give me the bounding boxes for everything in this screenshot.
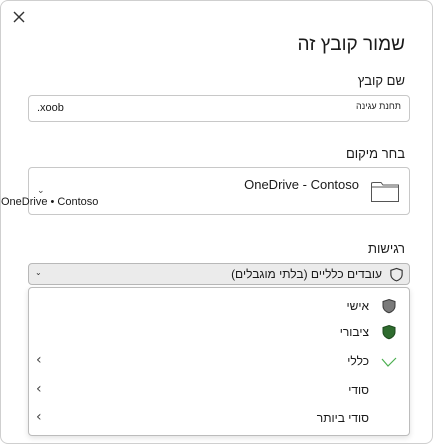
submenu-arrow-icon: ‹: [36, 409, 42, 425]
close-icon: [13, 11, 25, 23]
shield-gray-icon: [382, 298, 396, 314]
sensitivity-option-label: אישי: [346, 299, 369, 313]
sensitivity-select[interactable]: עובדים כלליים (בלתי מוגבלים) ⌄: [28, 263, 410, 285]
sensitivity-option-highly-confidential[interactable]: סודי ביותר ‹: [29, 407, 409, 431]
dialog-title: שמור קובץ זה: [297, 34, 405, 55]
shield-green-icon: [382, 324, 396, 340]
sensitivity-option-label: כללי: [347, 354, 369, 368]
file-name-label: שם קובץ: [357, 73, 405, 88]
checkmark-icon: [381, 357, 397, 367]
file-extension: .xoob: [37, 102, 64, 114]
sensitivity-dropdown: אישי ציבורי כללי ‹ סודי ‹ סודי ביותר ‹: [28, 287, 410, 436]
sensitivity-option-label: סודי: [348, 383, 369, 397]
sensitivity-option-general[interactable]: כללי ‹: [29, 350, 409, 374]
shield-outline-icon: [390, 267, 403, 282]
sensitivity-selected-value: עובדים כלליים (בלתי מוגבלים): [231, 267, 382, 281]
close-button[interactable]: [9, 7, 29, 27]
file-name-field[interactable]: .xoob: [28, 95, 410, 122]
location-secondary: OneDrive • Contoso: [1, 196, 99, 208]
location-label: בחר מיקום: [345, 146, 405, 161]
location-chevron-icon: ⌄: [37, 185, 45, 195]
sensitivity-chevron-icon: ⌄: [35, 268, 42, 277]
sensitivity-label: רגישות: [367, 241, 405, 256]
sensitivity-option-public[interactable]: ציבורי: [29, 321, 409, 345]
folder-icon: [371, 182, 399, 202]
submenu-arrow-icon: ‹: [36, 381, 42, 397]
file-name-input[interactable]: [101, 101, 401, 111]
sensitivity-option-label: סודי ביותר: [316, 411, 369, 425]
sensitivity-option-personal[interactable]: אישי: [29, 295, 409, 319]
sensitivity-option-confidential[interactable]: סודי ‹: [29, 379, 409, 403]
location-primary: OneDrive - Contoso: [244, 177, 359, 192]
save-file-dialog: שמור קובץ זה שם קובץ .xoob בחר מיקום One…: [0, 0, 433, 444]
submenu-arrow-icon: ‹: [36, 352, 42, 368]
sensitivity-option-label: ציבורי: [339, 325, 369, 339]
